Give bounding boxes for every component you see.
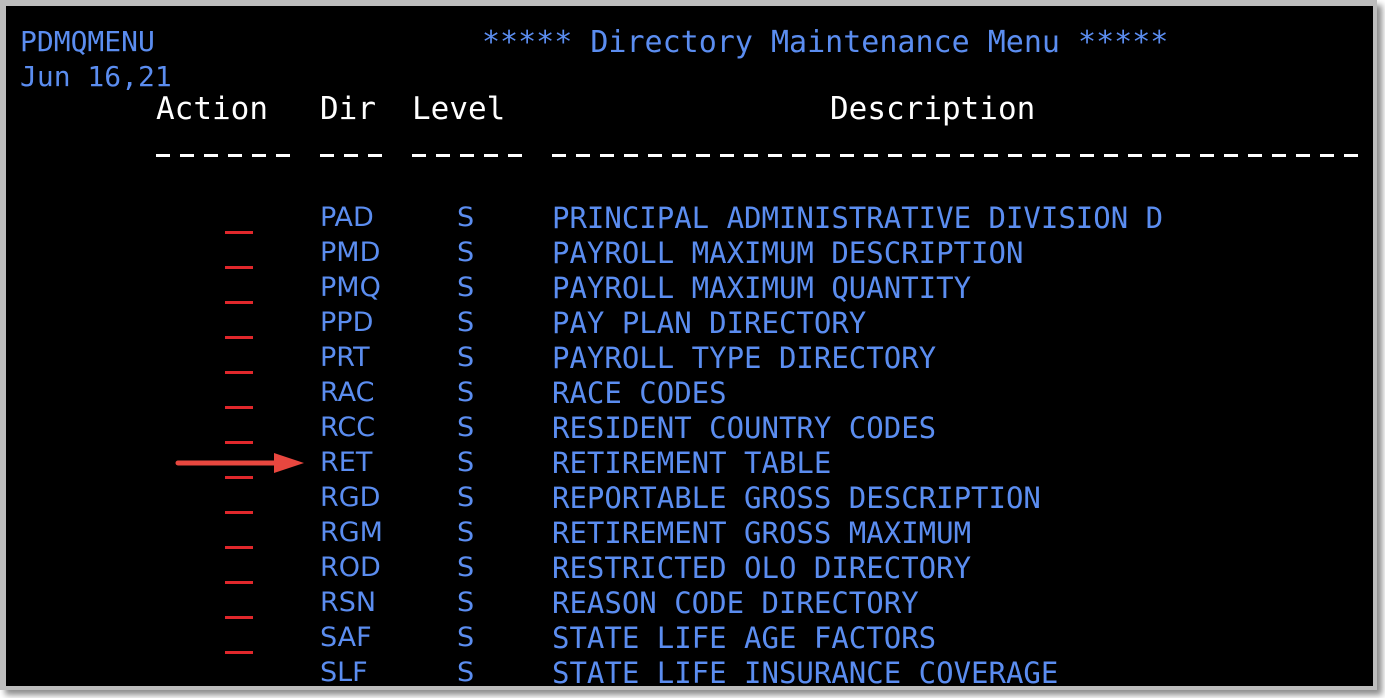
directory-row-pmd: PMD S PAYROLL MAXIMUM DESCRIPTION (6, 237, 1373, 272)
directory-row-pmq: PMQ S PAYROLL MAXIMUM QUANTITY (6, 272, 1373, 307)
dir-code: ROD (320, 552, 381, 583)
level-code: S (457, 622, 475, 653)
action-input-field[interactable] (225, 406, 253, 409)
dir-code: RET (320, 447, 373, 478)
screen-title: ***** Directory Maintenance Menu ***** (482, 25, 1169, 60)
directory-row-rac: RAC S RACE CODES (6, 377, 1373, 412)
level-code: S (457, 552, 475, 583)
level-code: S (457, 307, 475, 338)
description-text: PAYROLL MAXIMUM DESCRIPTION (552, 236, 1024, 270)
action-input-field[interactable] (225, 336, 253, 339)
dir-code: RSN (320, 587, 377, 618)
description-text: RACE CODES (552, 376, 727, 410)
level-code: S (457, 342, 475, 373)
action-input-field[interactable] (225, 371, 253, 374)
header-underline-description (552, 154, 1360, 157)
level-code: S (457, 272, 475, 303)
terminal-screen: PDMQMENU Jun 16,21 ***** Directory Maint… (6, 6, 1373, 686)
description-text: PAY PLAN DIRECTORY (552, 306, 867, 340)
header-underline-dir (320, 154, 392, 157)
description-text: RETIREMENT GROSS MAXIMUM (552, 516, 972, 550)
header-underline-action (156, 154, 292, 157)
level-code: S (457, 237, 475, 268)
description-text: PAYROLL TYPE DIRECTORY (552, 341, 937, 375)
column-header-level: Level (412, 91, 506, 127)
level-code: S (457, 482, 475, 513)
dir-code: PMQ (320, 272, 381, 303)
column-header-dir: Dir (320, 91, 376, 127)
description-text: REPORTABLE GROSS DESCRIPTION (552, 481, 1041, 515)
column-header-description: Description (830, 91, 1036, 127)
dir-code: PRT (320, 342, 370, 373)
level-code: S (457, 412, 475, 443)
level-code: S (457, 517, 475, 548)
level-code: S (457, 377, 475, 408)
action-input-field[interactable] (225, 581, 253, 584)
dir-code: RGD (320, 482, 381, 513)
action-input-field[interactable] (225, 616, 253, 619)
column-header-action: Action (156, 91, 268, 127)
dir-code: SLF (320, 657, 368, 686)
directory-row-slf: SLF S STATE LIFE INSURANCE COVERAGE (6, 656, 1373, 687)
description-text: PRINCIPAL ADMINISTRATIVE DIVISION D (552, 201, 1164, 235)
level-code: S (457, 447, 475, 478)
level-code: S (457, 202, 475, 233)
directory-row-rgd: RGD S REPORTABLE GROSS DESCRIPTION (6, 482, 1373, 517)
directory-row-saf: SAF S STATE LIFE AGE FACTORS (6, 622, 1373, 657)
description-text: RETIREMENT TABLE (552, 446, 832, 480)
dir-code: PAD (320, 202, 374, 233)
directory-row-ppd: PPD S PAY PLAN DIRECTORY (6, 307, 1373, 342)
action-input-field[interactable] (225, 266, 253, 269)
action-input-field[interactable] (225, 301, 253, 304)
description-text: RESTRICTED OLO DIRECTORY (552, 551, 972, 585)
directory-row-rcc: RCC S RESIDENT COUNTRY CODES (6, 412, 1373, 447)
action-input-field[interactable] (225, 441, 253, 444)
action-input-field[interactable] (225, 511, 253, 514)
description-text: STATE LIFE INSURANCE COVERAGE (552, 656, 1059, 687)
dir-code: RAC (320, 377, 375, 408)
description-text: STATE LIFE AGE FACTORS (552, 621, 937, 655)
dir-code: RCC (320, 412, 376, 443)
header-underline-level (412, 154, 524, 157)
directory-row-rod: ROD S RESTRICTED OLO DIRECTORY (6, 552, 1373, 587)
dir-code: SAF (320, 622, 372, 653)
description-text: RESIDENT COUNTRY CODES (552, 411, 937, 445)
action-input-field[interactable] (225, 546, 253, 549)
directory-row-rsn: RSN S REASON CODE DIRECTORY (6, 587, 1373, 622)
screen-date: Jun 16,21 (20, 60, 172, 93)
directory-row-rgm: RGM S RETIREMENT GROSS MAXIMUM (6, 517, 1373, 552)
level-code: S (457, 657, 475, 686)
screenshot-frame: PDMQMENU Jun 16,21 ***** Directory Maint… (0, 0, 1377, 690)
action-input-field[interactable] (225, 651, 253, 654)
action-input-field[interactable] (225, 231, 253, 234)
pointer-arrow-icon (175, 453, 304, 473)
program-id: PDMQMENU (20, 25, 155, 58)
description-text: PAYROLL MAXIMUM QUANTITY (552, 271, 972, 305)
dir-code: RGM (320, 517, 383, 548)
directory-row-pad: PAD S PRINCIPAL ADMINISTRATIVE DIVISION D (6, 202, 1373, 237)
dir-code: PPD (320, 307, 374, 338)
dir-code: PMD (320, 237, 381, 268)
description-text: REASON CODE DIRECTORY (552, 586, 919, 620)
action-input-field[interactable] (225, 476, 253, 479)
directory-row-prt: PRT S PAYROLL TYPE DIRECTORY (6, 342, 1373, 377)
level-code: S (457, 587, 475, 618)
